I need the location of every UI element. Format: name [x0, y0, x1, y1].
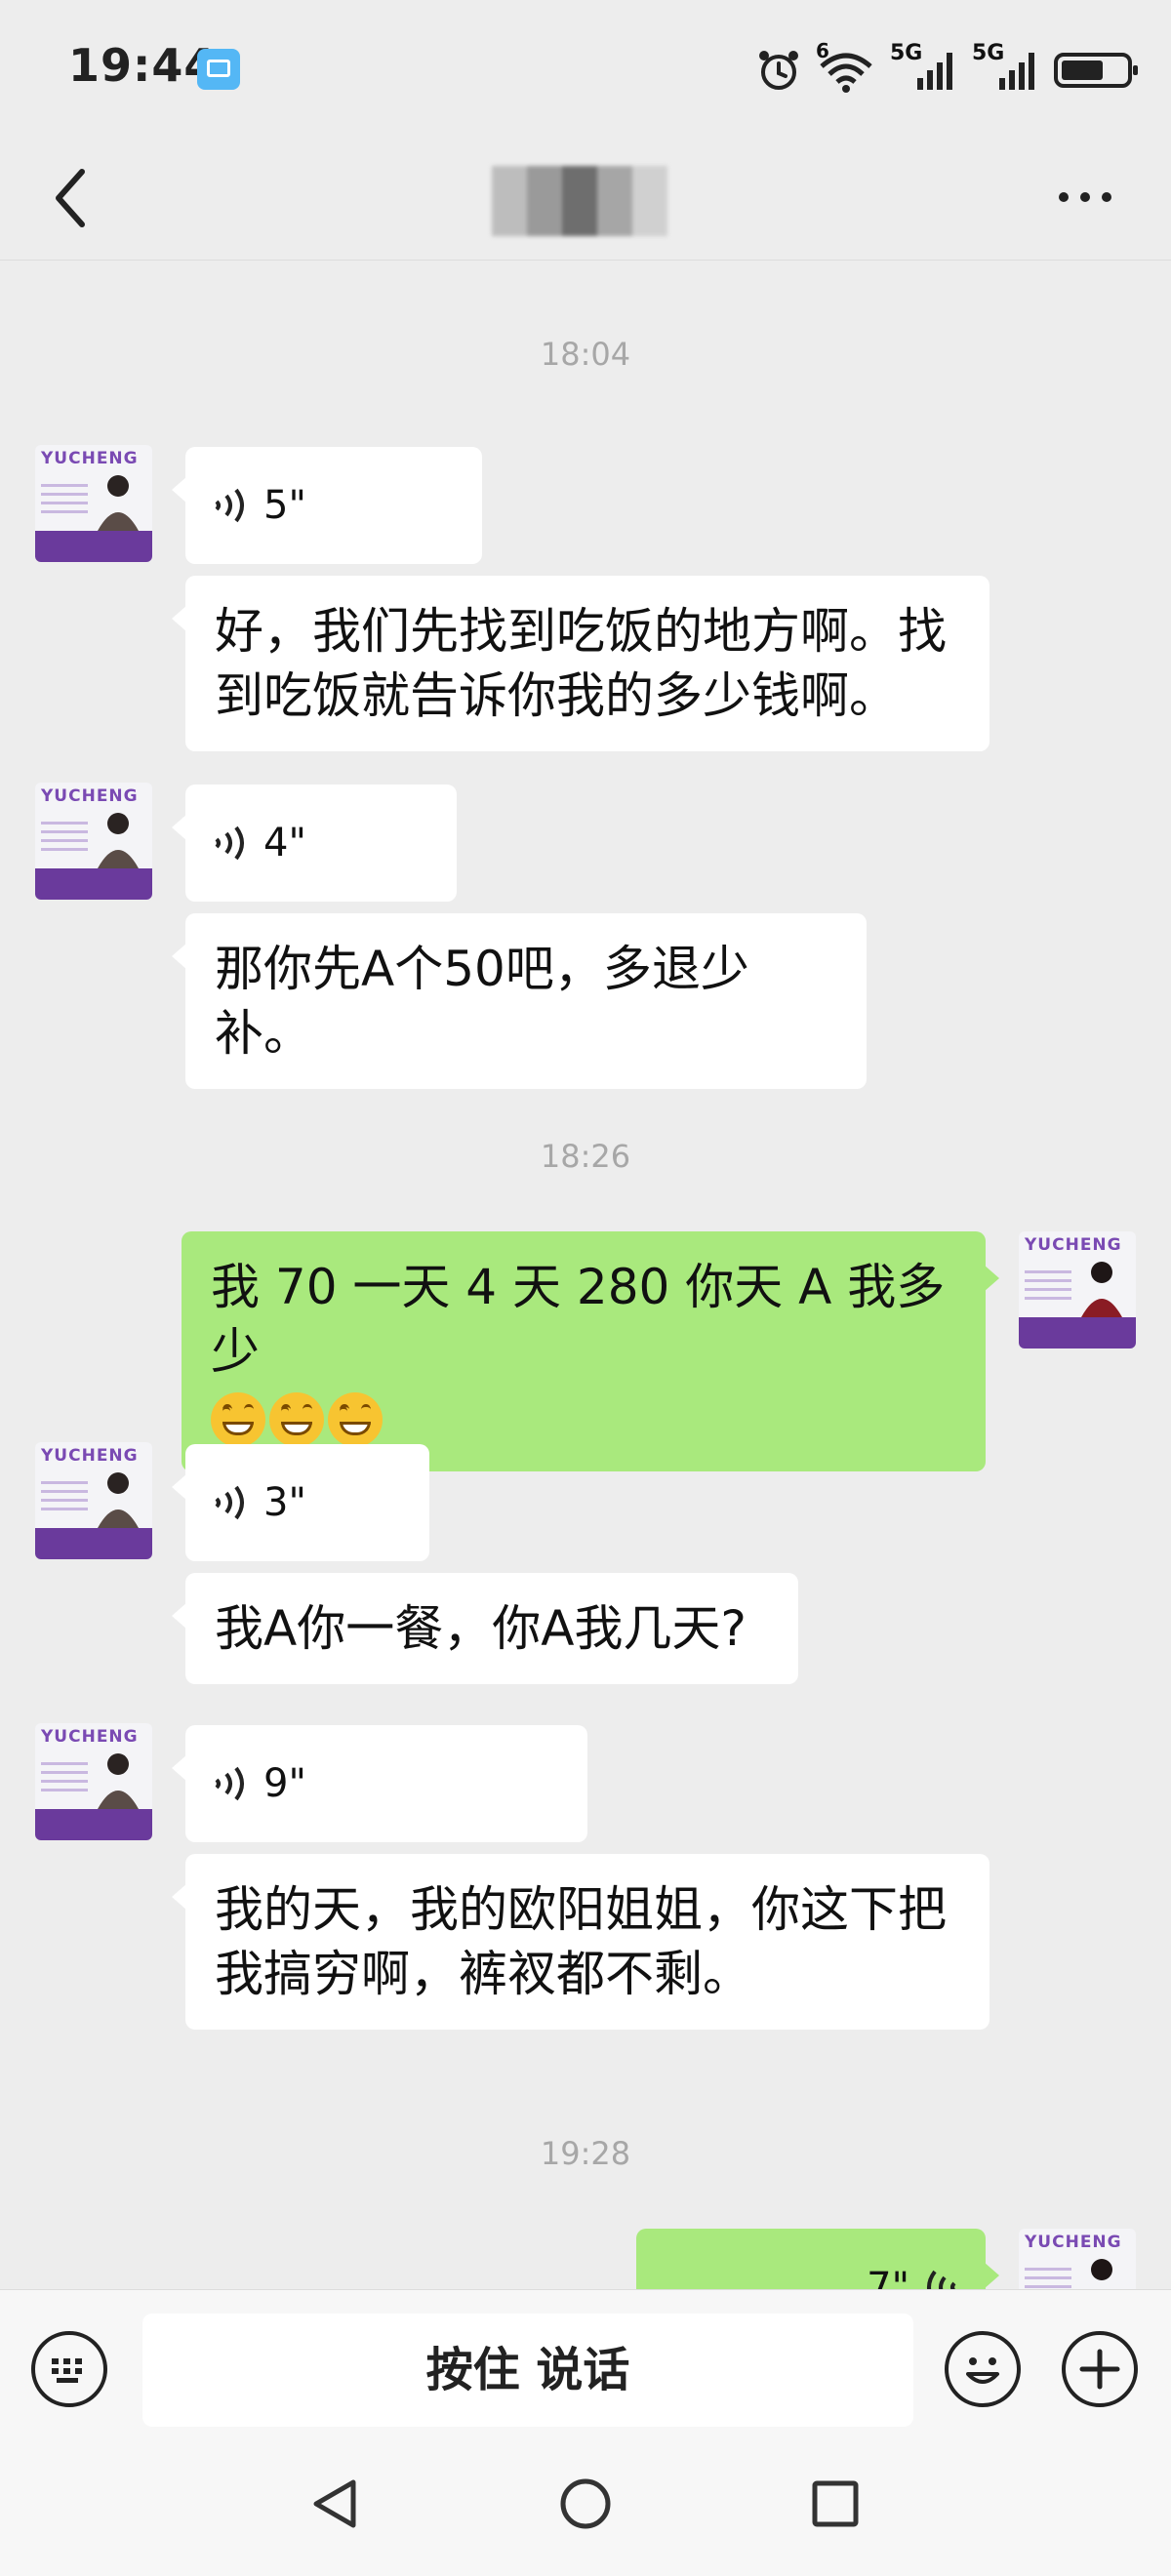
nav-back-icon[interactable]	[306, 2475, 365, 2533]
chat-header	[0, 144, 1171, 261]
nav-recents-icon[interactable]	[806, 2475, 865, 2533]
message-line: 那你先A个50吧，多退少补。	[215, 941, 749, 1062]
timestamp: 18:04	[540, 336, 631, 373]
voice-duration: 3"	[263, 1480, 306, 1525]
wifi-icon: 6	[816, 39, 876, 94]
message-line: 我 70 一天 4 天 280 你天 A 我多少	[211, 1259, 946, 1380]
text-message[interactable]: 我 70 一天 4 天 280 你天 A 我多少	[182, 1231, 999, 1471]
text-message[interactable]: 我A你一餐，你A我几天?	[172, 1573, 798, 1684]
avatar[interactable]: YUCHENG	[35, 445, 152, 562]
avatar-logo: YUCHENG	[1025, 2233, 1122, 2252]
voice-wave-icon	[215, 825, 244, 861]
voice-duration: 9"	[263, 1761, 306, 1806]
text-message[interactable]: 好，我们先找到吃饭的地方啊。找 到吃饭就告诉你我的多少钱啊。	[172, 576, 989, 751]
self-avatar[interactable]: YUCHENG	[1019, 1231, 1136, 1348]
message-line: 我A你一餐，你A我几天?	[215, 1600, 747, 1657]
battery-icon	[1054, 53, 1138, 88]
signal-icon: 5G	[972, 41, 1040, 94]
voice-duration: 7"	[867, 2265, 909, 2289]
voice-duration: 4"	[263, 821, 306, 865]
signal-icon: 5G	[890, 41, 958, 94]
back-chevron-icon[interactable]	[47, 164, 96, 232]
message-line: 我的天，我的欧阳姐姐，你这下把	[215, 1881, 947, 1938]
page-title	[492, 166, 667, 236]
text-message[interactable]: 我的天，我的欧阳姐姐，你这下把 我搞穷啊，裤衩都不剩。	[172, 1854, 989, 2030]
hold-to-talk-button[interactable]: 按住 说话	[142, 2314, 913, 2427]
wifi-label: 6	[816, 39, 829, 62]
message-line: 我搞穷啊，裤衩都不剩。	[215, 1946, 751, 2002]
input-bar: 按住 说话	[0, 2289, 1171, 2436]
voice-message[interactable]: 7"	[636, 2229, 999, 2289]
avatar-logo: YUCHENG	[41, 786, 139, 806]
voice-message[interactable]: 3"	[172, 1444, 429, 1561]
keyboard-icon[interactable]	[31, 2331, 107, 2407]
chat-area[interactable]: 18:04 YUCHENG 5" 好，我们先找到吃饭的地方啊。找 到吃饭就告诉你…	[0, 260, 1171, 2289]
message-line: 好，我们先找到吃饭的地方啊。找	[215, 603, 947, 660]
avatar[interactable]: YUCHENG	[35, 1723, 152, 1840]
nav-home-icon[interactable]	[556, 2475, 615, 2533]
emoji-icon[interactable]	[945, 2331, 1021, 2407]
voice-wave-icon	[215, 488, 244, 523]
message-line: 到吃饭就告诉你我的多少钱啊。	[215, 667, 898, 724]
voice-message[interactable]: 9"	[172, 1725, 587, 1842]
timestamp: 19:28	[540, 2135, 631, 2172]
emoji-row	[211, 1384, 956, 1448]
more-dots-icon[interactable]	[1056, 187, 1114, 207]
text-message[interactable]: 那你先A个50吧，多退少补。	[172, 913, 867, 1089]
timestamp: 18:26	[540, 1138, 631, 1175]
status-icons: 6 5G 5G	[755, 39, 1138, 100]
alarm-icon	[759, 51, 798, 90]
voice-wave-icon	[215, 1766, 244, 1801]
voice-duration: 5"	[263, 483, 306, 528]
voice-wave-icon	[215, 1485, 244, 1520]
avatar[interactable]: YUCHENG	[35, 1442, 152, 1559]
avatar-logo: YUCHENG	[41, 1446, 139, 1466]
status-time: 19:44	[68, 39, 217, 92]
grin-emoji-icon	[269, 1391, 324, 1447]
self-avatar[interactable]: YUCHENG	[1019, 2229, 1136, 2289]
grin-emoji-icon	[211, 1391, 265, 1447]
voice-message[interactable]: 4"	[172, 785, 457, 902]
grin-emoji-icon	[328, 1391, 383, 1447]
avatar-logo: YUCHENG	[41, 1727, 139, 1747]
book-app-icon	[197, 49, 240, 90]
plus-icon[interactable]	[1062, 2331, 1138, 2407]
voice-wave-icon	[927, 2270, 956, 2289]
avatar-logo: YUCHENG	[41, 449, 139, 468]
system-nav-bar	[0, 2435, 1171, 2576]
avatar[interactable]: YUCHENG	[35, 783, 152, 900]
status-bar: 19:44 6 5G 5G	[0, 0, 1171, 144]
avatar-logo: YUCHENG	[1025, 1235, 1122, 1255]
voice-message[interactable]: 5"	[172, 447, 482, 564]
